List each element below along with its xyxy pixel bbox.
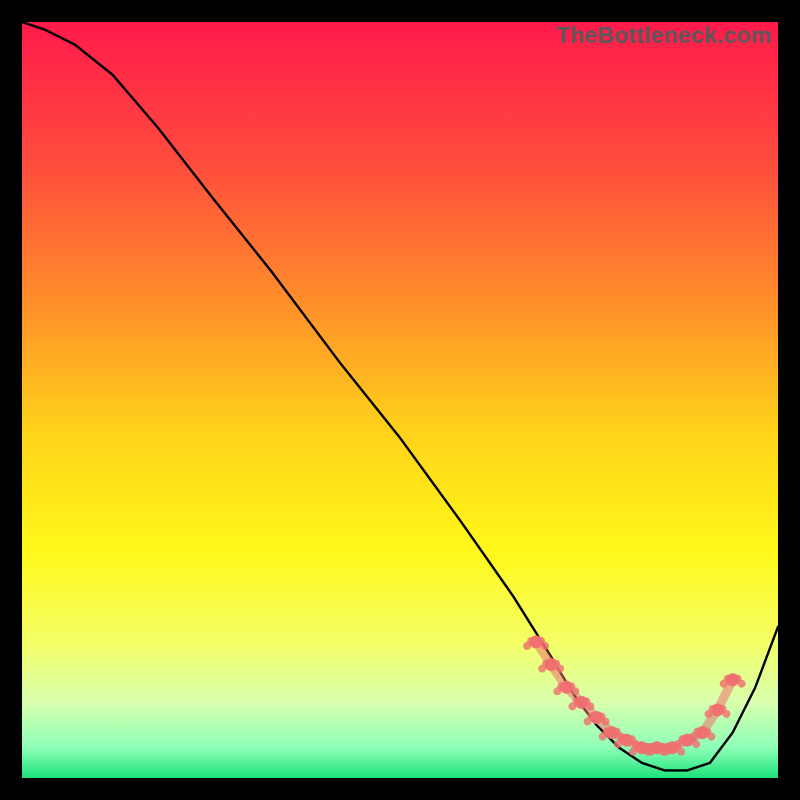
bottleneck-curve [22, 22, 778, 770]
chart-frame: TheBottleneck.com [0, 0, 800, 800]
plot-area: TheBottleneck.com [22, 22, 778, 778]
dotted-region [523, 635, 746, 755]
curve-layer [22, 22, 778, 778]
